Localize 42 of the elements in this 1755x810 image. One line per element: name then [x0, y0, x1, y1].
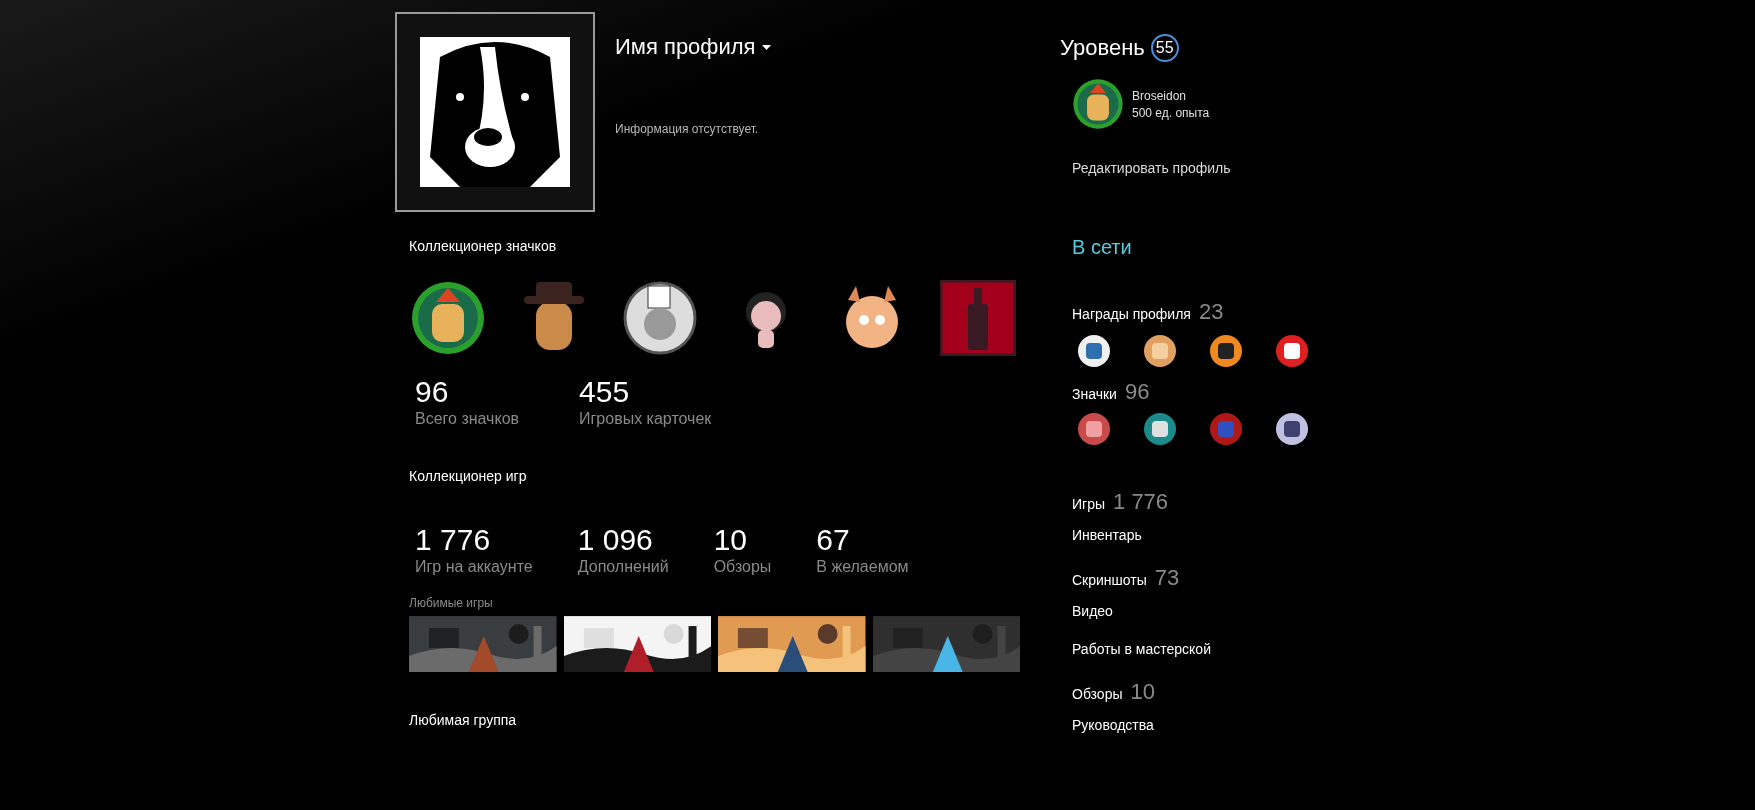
section-title: Коллекционер игр [409, 468, 528, 484]
online-status: В сети [1072, 236, 1133, 259]
profile-link[interactable]: Видео [1072, 603, 1380, 641]
stat-value: 10 [713, 522, 748, 558]
caret-icon[interactable] [761, 44, 771, 50]
section-title: Коллекционер значков [409, 238, 558, 254]
badge-xp: 500 ед. опыта [1132, 105, 1210, 120]
link-count: 10 [1130, 679, 1155, 705]
profile-link[interactable]: Игры 1 776 [1072, 489, 1380, 527]
stat-value: 455 [579, 374, 631, 410]
round-badge-icon[interactable] [622, 280, 698, 356]
stat-value: 1 776 [415, 522, 492, 558]
badges-label[interactable]: Значки [1072, 386, 1117, 402]
stat-value: 67 [816, 522, 851, 558]
round-badge-icon[interactable] [410, 280, 486, 356]
stat-value: 1 096 [577, 522, 654, 558]
badge-name: Broseidon [1132, 88, 1188, 103]
profile-summary: Информация отсутствует. [615, 122, 760, 136]
stat-label: Обзоры [713, 558, 772, 576]
profile-link[interactable]: Обзоры 10 [1072, 679, 1380, 717]
stat-label: В желаемом [816, 558, 909, 576]
stat-label: Игр на аккаунте [415, 558, 533, 576]
stat-label: Дополнений [577, 558, 669, 576]
awards-label[interactable]: Награды профиля [1072, 306, 1191, 322]
level-label: Уровень [1060, 35, 1145, 61]
awards-count: 23 [1198, 299, 1224, 325]
round-badge-icon[interactable] [1072, 78, 1124, 130]
link-count: 73 [1154, 565, 1180, 591]
section-title: Любимая группа [409, 712, 518, 728]
stat-value: 96 [415, 374, 450, 410]
profile-link[interactable]: Инвентарь [1072, 527, 1380, 565]
stat-label: Игровых карточек [579, 410, 712, 428]
profile-link[interactable]: Работы в мастерской [1072, 641, 1380, 679]
profile-link[interactable]: Руководства [1072, 717, 1380, 755]
link-count: 1 776 [1113, 489, 1169, 515]
badges-count: 96 [1124, 379, 1150, 405]
profile-link[interactable]: Скриншоты 73 [1072, 565, 1380, 603]
edit-profile-link[interactable]: Редактировать профиль [1072, 160, 1380, 176]
profile-name[interactable]: Имя профиля [615, 34, 756, 60]
favorite-games-label: Любимые игры [409, 596, 494, 610]
level-badge: 55 [1150, 34, 1179, 62]
stat-label: Всего значков [415, 410, 520, 428]
